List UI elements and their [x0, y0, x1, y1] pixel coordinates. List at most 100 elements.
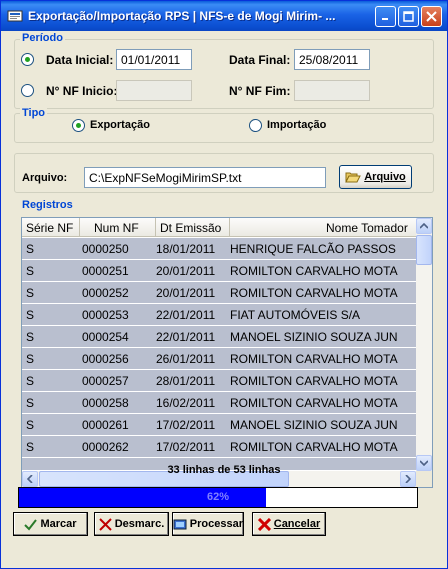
data-inicial-field[interactable]: 01/01/2011 [116, 49, 192, 70]
table-cell: 20/01/2011 [156, 286, 216, 300]
folder-open-icon [345, 172, 362, 183]
app-icon [7, 10, 23, 22]
title-bar[interactable]: Exportação/Importação RPS | NFS-e de Mog… [1, 1, 447, 31]
column-header-dt-emissao[interactable]: Dt Emissão [156, 218, 230, 236]
table-cell: 20/01/2011 [156, 264, 216, 278]
close-icon [426, 11, 437, 22]
desmarcar-button-label: Desmarc. [114, 518, 165, 530]
table-cell: S [26, 396, 35, 410]
table-cell: ROMILTON CARVALHO MOTA [230, 440, 398, 454]
marcar-button[interactable]: Marcar [13, 512, 88, 536]
table-cell: S [26, 352, 35, 366]
table-cell: S [26, 440, 35, 454]
vertical-scroll-thumb[interactable] [416, 235, 432, 265]
data-final-label: Data Final: [229, 53, 291, 67]
table-cell: FIAT AUTOMÓVEIS S/A [230, 308, 361, 322]
table-row[interactable]: S 0000258 16/02/2011 ROMILTON CARVALHO MOTA [22, 392, 416, 414]
table-cell: ROMILTON CARVALHO MOTA [230, 264, 398, 278]
table-row[interactable]: S 0000252 20/01/2011 ROMILTON CARVALHO MOTA [22, 282, 416, 304]
cancelar-button-label: Cancelar [273, 518, 321, 530]
processar-button[interactable]: Processar [172, 512, 244, 536]
arrow-up-icon [420, 223, 428, 229]
table-row[interactable]: S 0000253 22/01/2011 FIAT AUTOMÓVEIS S/A [22, 304, 416, 326]
table-cell: 0000261 [82, 418, 129, 432]
grid-header: Série NF Num NF Dt Emissão Nome Tomador [22, 218, 416, 237]
table-row[interactable]: S 0000251 20/01/2011 ROMILTON CARVALHO MOTA [22, 260, 416, 282]
table-cell: ROMILTON CARVALHO MOTA [230, 352, 398, 366]
table-row[interactable]: S 0000254 22/01/2011 MANOEL SIZINIO SOUZA J… [22, 326, 416, 348]
table-cell: 0000250 [82, 242, 129, 256]
periodo-nf-radio[interactable] [21, 84, 34, 97]
check-icon [24, 518, 38, 531]
close-button[interactable] [421, 6, 442, 27]
scroll-up-button[interactable] [416, 218, 432, 234]
table-cell: 0000262 [82, 440, 129, 454]
table-row[interactable]: S 0000250 18/01/2011 HENRIQUE FALCÃO PASSOS [22, 238, 416, 260]
table-cell: HENRIQUE FALCÃO PASSOS [230, 242, 396, 256]
table-cell: 0000257 [82, 374, 129, 388]
cancel-icon [257, 517, 271, 531]
registros-grid[interactable]: Série NF Num NF Dt Emissão Nome Tomador … [21, 217, 433, 488]
tipo-exportacao-label[interactable]: Exportação [90, 119, 150, 131]
window-title: Exportação/Importação RPS | NFS-e de Mog… [28, 9, 336, 23]
data-final-field[interactable]: 25/08/2011 [294, 49, 370, 70]
table-cell: 0000256 [82, 352, 129, 366]
table-cell: S [26, 330, 35, 344]
table-cell: 28/01/2011 [156, 374, 216, 388]
minimize-button[interactable] [375, 6, 396, 27]
table-cell: ROMILTON CARVALHO MOTA [230, 374, 398, 388]
nf-inicio-field[interactable] [116, 80, 192, 101]
table-cell: ROMILTON CARVALHO MOTA [230, 396, 398, 410]
record-count: 33 linhas de 53 linhas [167, 464, 281, 476]
cancelar-button[interactable]: Cancelar [252, 512, 326, 536]
table-row[interactable]: S 0000261 17/02/2011 MANOEL SIZINIO SOUZA J… [22, 414, 416, 436]
processar-button-label: Processar [189, 518, 243, 530]
data-inicial-label: Data Inicial: [46, 53, 114, 67]
column-header-serie[interactable]: Série NF [22, 218, 80, 236]
uncheck-icon [99, 517, 112, 531]
tipo-exportacao-radio[interactable] [72, 119, 85, 132]
tipo-importacao-radio[interactable] [249, 119, 262, 132]
marcar-button-label: Marcar [40, 518, 77, 530]
nf-inicio-label: N° NF Inicio: [46, 84, 118, 98]
table-cell: S [26, 286, 35, 300]
nf-fim-field[interactable] [294, 80, 370, 101]
process-icon [173, 519, 187, 529]
main-window: Exportação/Importação RPS | NFS-e de Mog… [0, 0, 448, 569]
table-cell: 0000254 [82, 330, 129, 344]
table-cell: S [26, 418, 35, 432]
arquivo-button-label: Arquivo [364, 171, 406, 183]
table-row[interactable]: S 0000262 17/02/2011 ROMILTON CARVALHO MOTA [22, 436, 416, 458]
table-cell: 0000258 [82, 396, 129, 410]
tipo-importacao-label[interactable]: Importação [267, 119, 326, 131]
table-cell: 17/02/2011 [156, 418, 216, 432]
arquivo-path-field[interactable]: C:\ExpNFSeMogiMirimSP.txt [84, 167, 326, 188]
maximize-icon [403, 11, 414, 22]
column-header-num[interactable]: Num NF [80, 218, 156, 236]
table-cell: 0000251 [82, 264, 129, 278]
table-cell: 26/01/2011 [156, 352, 216, 366]
table-cell: ROMILTON CARVALHO MOTA [230, 286, 398, 300]
nf-fim-label: N° NF Fim: [229, 84, 291, 98]
table-row[interactable]: S 0000257 28/01/2011 ROMILTON CARVALHO MOTA [22, 370, 416, 392]
form-body: Período Data Inicial: 01/01/2011 Data Fi… [4, 31, 444, 566]
table-cell: 0000252 [82, 286, 129, 300]
progress-bar: 62% [18, 487, 418, 508]
table-cell: MANOEL SIZINIO SOUZA JUN [230, 418, 398, 432]
table-row[interactable]: S 0000256 26/01/2011 ROMILTON CARVALHO MOTA [22, 348, 416, 370]
progress-label: 62% [206, 491, 230, 503]
minimize-icon [382, 18, 388, 20]
arquivo-button[interactable]: Arquivo [339, 165, 412, 189]
table-cell: 0000253 [82, 308, 129, 322]
registros-group-label: Registros [22, 199, 73, 211]
table-cell: 22/01/2011 [156, 330, 216, 344]
arrow-right-icon [405, 475, 411, 483]
vertical-scrollbar[interactable] [416, 218, 432, 471]
desmarcar-button[interactable]: Desmarc. [94, 512, 169, 536]
periodo-group-label: Período [20, 32, 65, 44]
table-cell: S [26, 264, 35, 278]
periodo-data-radio[interactable] [21, 53, 34, 66]
maximize-button[interactable] [398, 6, 419, 27]
column-header-nome-tomador[interactable]: Nome Tomador [230, 218, 416, 236]
table-cell: 18/01/2011 [156, 242, 216, 256]
